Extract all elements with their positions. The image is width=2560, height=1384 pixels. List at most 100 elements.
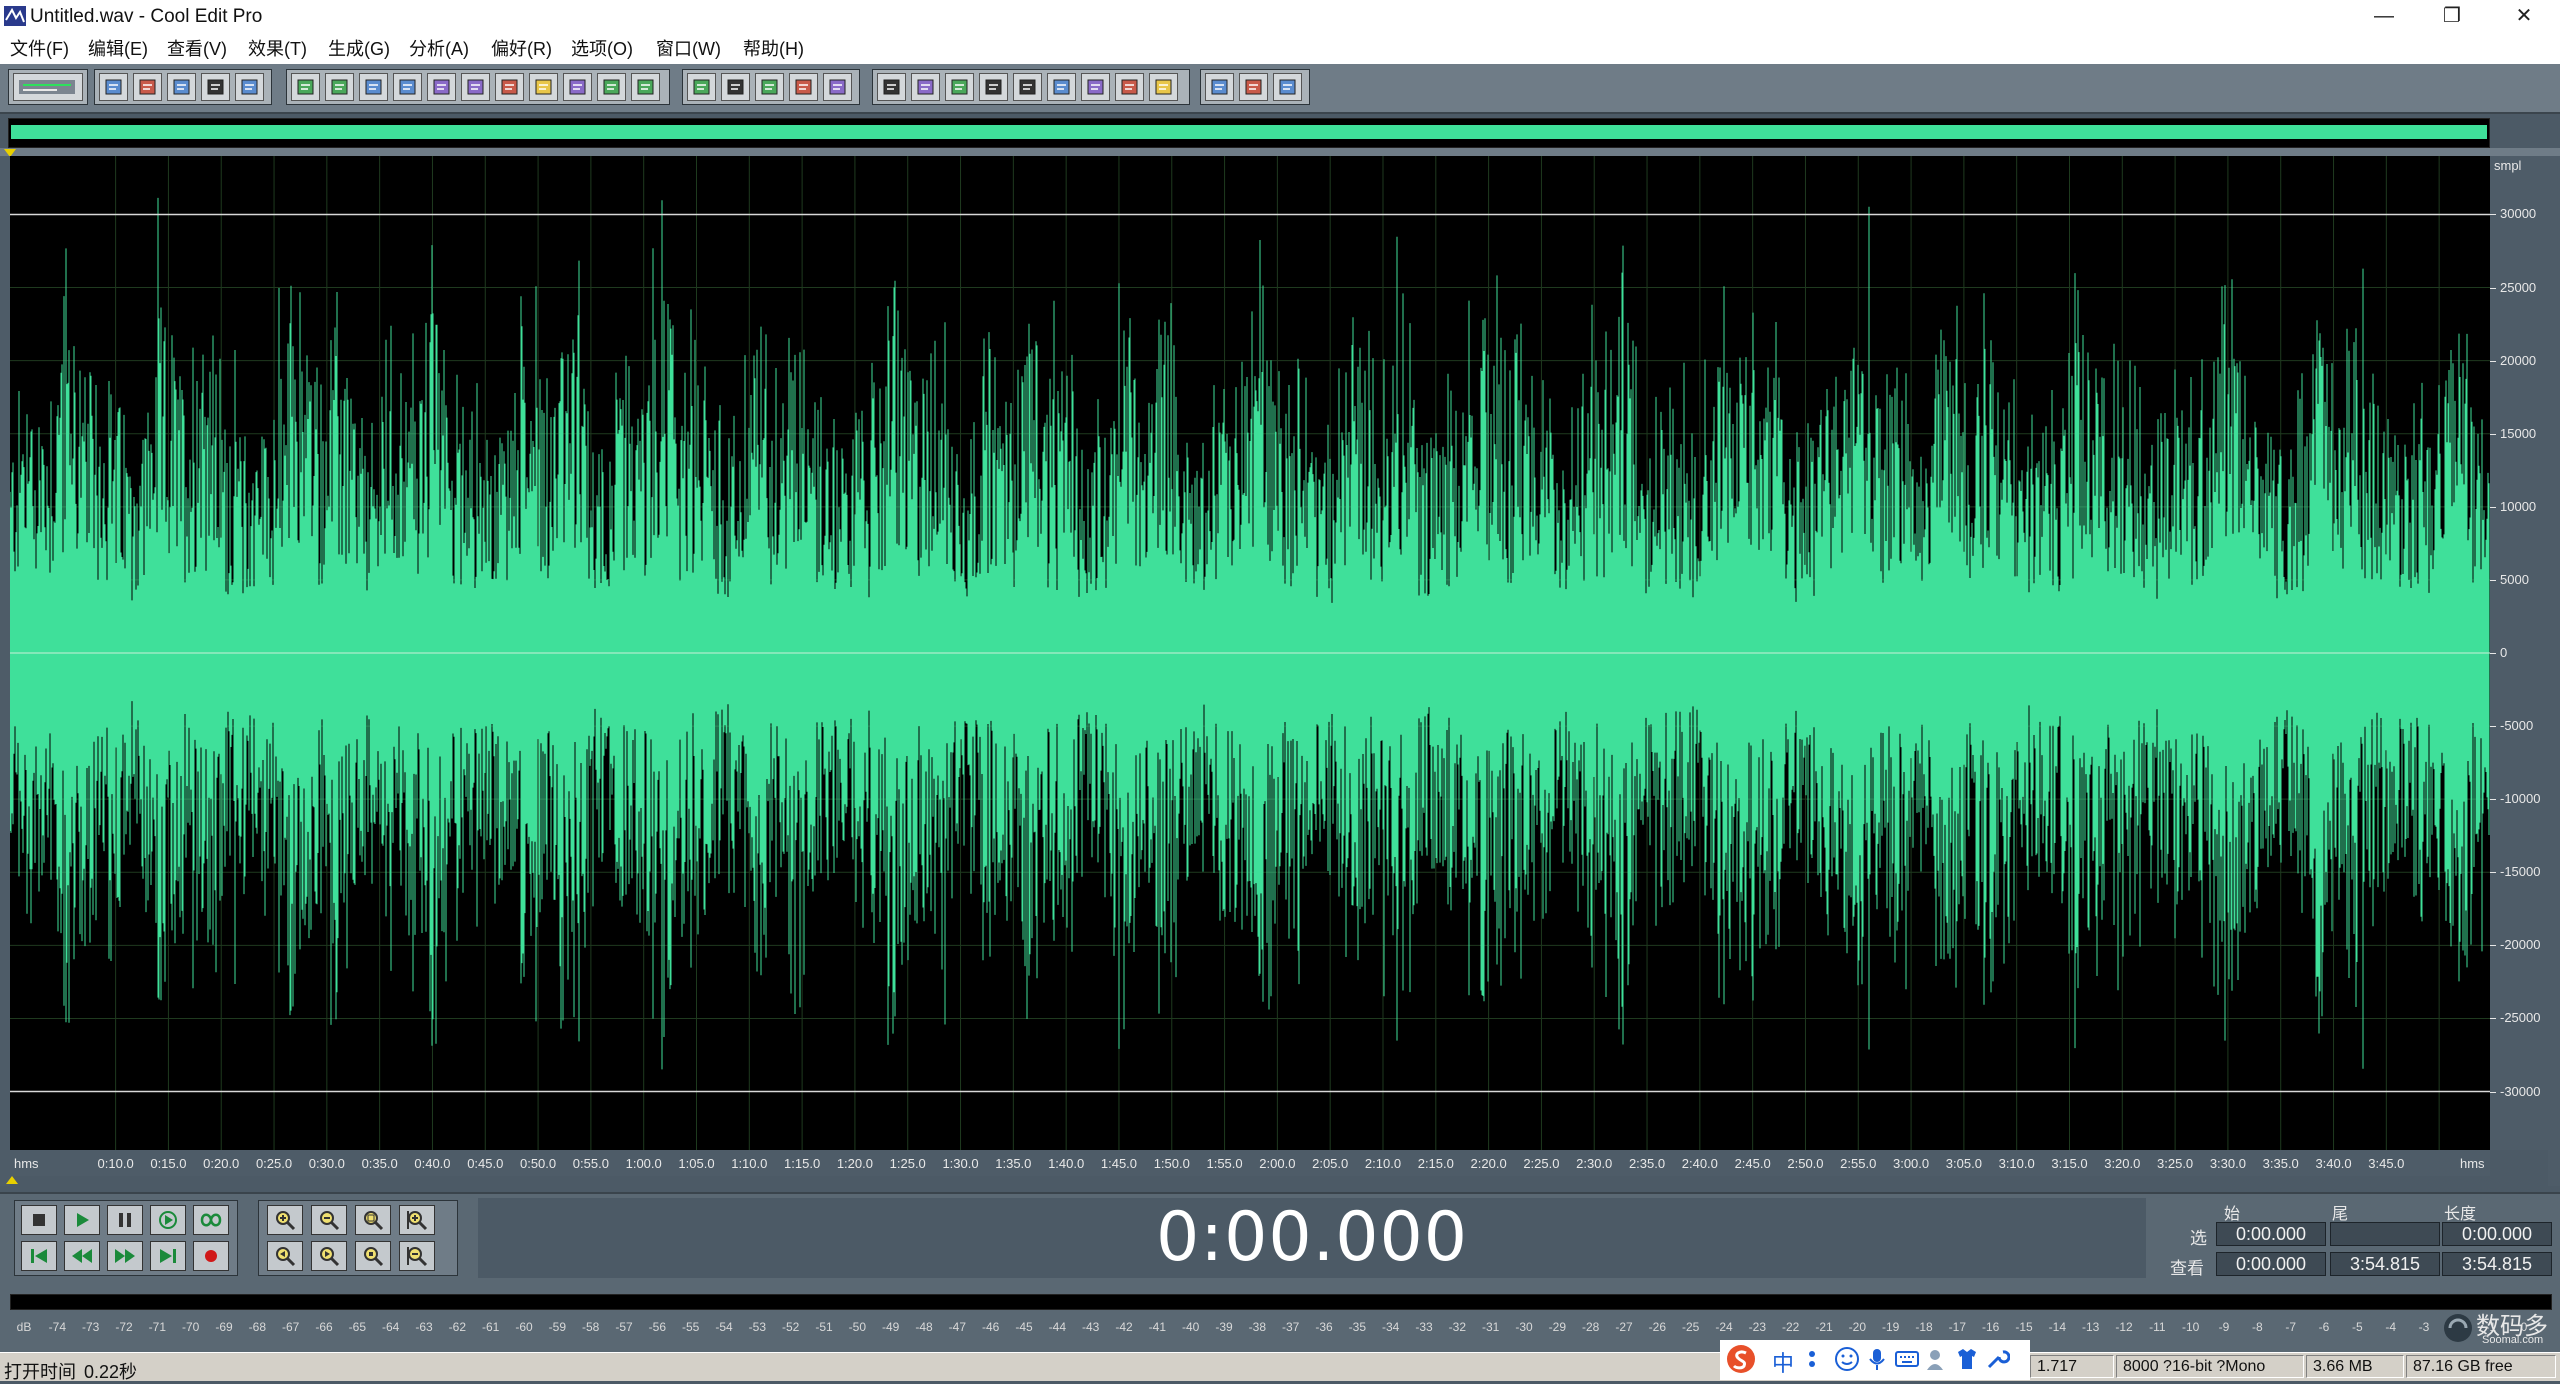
go-to-start-button[interactable] xyxy=(21,1241,57,1271)
play-list-button[interactable] xyxy=(979,73,1008,101)
end-marker-icon[interactable] xyxy=(6,1176,18,1184)
menu-file[interactable]: 文件(F) xyxy=(10,38,69,60)
menu-edit[interactable]: 编辑(E) xyxy=(88,38,148,60)
amplitude-tick xyxy=(2490,287,2496,289)
minimize-button[interactable]: — xyxy=(2350,0,2418,34)
tool-2-button[interactable] xyxy=(789,73,818,101)
zoom-selection-button[interactable] xyxy=(631,73,660,101)
sogou-logo-icon[interactable] xyxy=(1726,1344,1756,1374)
trim-button[interactable] xyxy=(597,73,626,101)
help-button[interactable] xyxy=(1273,73,1302,101)
spectral-view-button[interactable] xyxy=(687,73,716,101)
play-button[interactable] xyxy=(64,1205,100,1235)
pause-button[interactable] xyxy=(107,1205,143,1235)
menu-help[interactable]: 帮助(H) xyxy=(743,38,804,60)
copy-new-button[interactable] xyxy=(427,73,456,101)
zoom-left-icon xyxy=(276,1247,296,1267)
play-to-end-button[interactable] xyxy=(150,1205,186,1235)
new-file-button[interactable] xyxy=(99,73,128,101)
settings-button[interactable] xyxy=(1205,73,1234,101)
row-select-label: 选 xyxy=(2190,1229,2207,1248)
zoom-out-vertical-button[interactable] xyxy=(399,1241,435,1271)
zoom-in-button[interactable] xyxy=(267,1205,303,1235)
multitrack-toggle-button[interactable] xyxy=(13,73,83,101)
overview-range[interactable] xyxy=(11,125,2487,139)
zoom-out-button[interactable] xyxy=(311,1205,347,1235)
open-file-button[interactable] xyxy=(133,73,162,101)
time-label: 2:35.0 xyxy=(1628,1156,1666,1171)
repeat-button[interactable] xyxy=(359,73,388,101)
tool-1-icon xyxy=(761,79,778,95)
tool-1-button[interactable] xyxy=(755,73,784,101)
meter-scale-label: -6 xyxy=(2318,1320,2330,1334)
menu-effects[interactable]: 效果(T) xyxy=(248,38,307,60)
menu-favorites[interactable]: 偏好(R) xyxy=(491,38,552,60)
record-button[interactable] xyxy=(193,1241,229,1271)
microphone-icon[interactable] xyxy=(1864,1346,1890,1372)
ime-language[interactable]: 中 xyxy=(1772,1346,1794,1378)
waveform-display[interactable] xyxy=(10,156,2490,1150)
tools-icon[interactable] xyxy=(1984,1346,2010,1372)
fast-forward-button[interactable] xyxy=(107,1241,143,1271)
playlist-icon xyxy=(951,79,968,95)
emoji-icon[interactable] xyxy=(1834,1346,1860,1372)
zoom-in-vertical-button[interactable] xyxy=(399,1205,435,1235)
view-length-field[interactable]: 3:54.815 xyxy=(2442,1252,2552,1276)
cue-list-button[interactable] xyxy=(911,73,940,101)
time-label: 2:45.0 xyxy=(1734,1156,1771,1171)
menu-window[interactable]: 窗口(W) xyxy=(656,38,721,60)
save-button[interactable] xyxy=(167,73,196,101)
overview-bar[interactable] xyxy=(8,118,2490,148)
playlist-button[interactable] xyxy=(945,73,974,101)
cut-button[interactable] xyxy=(461,73,490,101)
save-all-button[interactable] xyxy=(201,73,230,101)
menu-generate[interactable]: 生成(G) xyxy=(328,38,390,60)
zoom-selection-button[interactable] xyxy=(355,1241,391,1271)
paste-new-button[interactable] xyxy=(529,73,558,101)
cd-player-button[interactable] xyxy=(877,73,906,101)
meter-button[interactable] xyxy=(1115,73,1144,101)
close-button[interactable]: ✕ xyxy=(2490,0,2558,34)
loop-button[interactable] xyxy=(193,1205,229,1235)
keyboard-icon[interactable] xyxy=(1894,1346,1920,1372)
restore-button[interactable]: ❐ xyxy=(2418,0,2486,34)
view-start-field[interactable]: 0:00.000 xyxy=(2216,1252,2326,1276)
copy-button[interactable] xyxy=(393,73,422,101)
close-file-button[interactable] xyxy=(235,73,264,101)
meter-scale-label: -30 xyxy=(1515,1320,1533,1334)
zoom-right-button[interactable] xyxy=(311,1241,347,1271)
punctuation-icon[interactable] xyxy=(1804,1346,1830,1372)
waveform-path xyxy=(10,197,2490,1070)
menu-view[interactable]: 查看(V) xyxy=(167,38,227,60)
tool-3-button[interactable] xyxy=(823,73,852,101)
meter-scale-label: -27 xyxy=(1615,1320,1633,1334)
go-to-end-button[interactable] xyxy=(150,1241,186,1271)
amplitude-label: 25000 xyxy=(2500,279,2537,295)
skin-icon[interactable] xyxy=(1954,1346,1980,1372)
mix-paste-button[interactable] xyxy=(563,73,592,101)
select-length-field[interactable]: 0:00.000 xyxy=(2442,1222,2552,1246)
find-button[interactable] xyxy=(1013,73,1042,101)
time-label: 0:40.0 xyxy=(414,1156,451,1171)
status-button[interactable] xyxy=(1149,73,1178,101)
zoom-full-button[interactable] xyxy=(355,1205,391,1235)
waveform-view-button[interactable] xyxy=(721,73,750,101)
stop-icon xyxy=(33,1214,45,1226)
view-end-field[interactable]: 3:54.815 xyxy=(2330,1252,2440,1276)
info-button[interactable] xyxy=(1081,73,1110,101)
redo-button[interactable] xyxy=(325,73,354,101)
paste-button[interactable] xyxy=(495,73,524,101)
meter-scale-label: dB xyxy=(16,1320,32,1334)
stop-button[interactable] xyxy=(21,1205,57,1235)
zoom-left-button[interactable] xyxy=(267,1241,303,1271)
undo-button[interactable] xyxy=(291,73,320,101)
rewind-button[interactable] xyxy=(64,1241,100,1271)
time-button[interactable] xyxy=(1047,73,1076,101)
menu-options[interactable]: 选项(O) xyxy=(571,38,633,60)
script-button[interactable] xyxy=(1239,73,1268,101)
select-end-field[interactable] xyxy=(2330,1222,2440,1246)
meter-scale-label: -41 xyxy=(1148,1320,1166,1334)
user-icon[interactable] xyxy=(1924,1346,1950,1372)
select-start-field[interactable]: 0:00.000 xyxy=(2216,1222,2326,1246)
menu-analyze[interactable]: 分析(A) xyxy=(409,38,469,60)
